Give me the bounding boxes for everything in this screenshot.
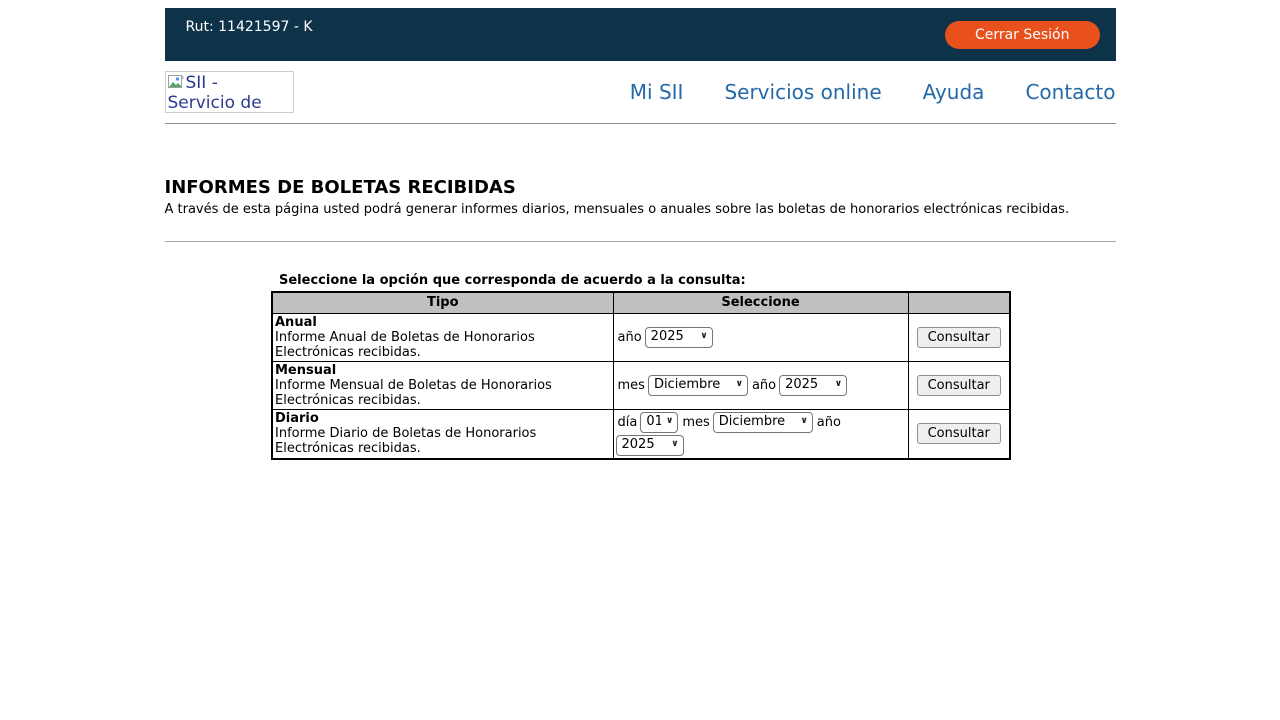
column-header-seleccione: Seleccione xyxy=(613,292,908,313)
page-container: Rut: 11421597 - K Cerrar Sesión SII - Se… xyxy=(165,8,1116,460)
diario-day-select[interactable]: 01 xyxy=(640,412,678,433)
topbar: Rut: 11421597 - K Cerrar Sesión xyxy=(165,8,1116,61)
diario-type-label: Diario xyxy=(275,411,611,426)
report-row-mensual: Mensual Informe Mensual de Boletas de Ho… xyxy=(272,361,1010,409)
consultar-button-diario[interactable]: Consultar xyxy=(917,423,1001,444)
logout-button[interactable]: Cerrar Sesión xyxy=(945,21,1100,49)
broken-image-icon xyxy=(168,75,184,90)
diario-type-description: Informe Diario de Boletas de Honorarios … xyxy=(275,426,611,456)
page-description: A través de esta página usted podrá gene… xyxy=(165,202,1116,217)
diario-action-cell: Consultar xyxy=(908,409,1010,459)
section-heading: Seleccione la opción que corresponda de … xyxy=(271,273,1009,288)
report-row-diario: Diario Informe Diario de Boletas de Hono… xyxy=(272,409,1010,459)
nav-servicios-online[interactable]: Servicios online xyxy=(724,80,881,104)
mensual-select-cell: mesDiciembre∨año2025∨ xyxy=(613,361,908,409)
anual-action-cell: Consultar xyxy=(908,313,1010,361)
mensual-year-label: año xyxy=(752,378,776,393)
page-title: INFORMES DE BOLETAS RECIBIDAS xyxy=(165,177,1116,198)
sii-logo-link[interactable]: SII - Servicio de xyxy=(165,71,294,113)
consult-section: Seleccione la opción que corresponda de … xyxy=(271,273,1009,460)
table-header-row: Tipo Seleccione xyxy=(272,292,1010,313)
anual-year-select[interactable]: 2025 xyxy=(645,327,713,348)
diario-type-cell: Diario Informe Diario de Boletas de Hono… xyxy=(272,409,613,459)
mensual-type-label: Mensual xyxy=(275,363,611,378)
mensual-type-cell: Mensual Informe Mensual de Boletas de Ho… xyxy=(272,361,613,409)
diario-year-select[interactable]: 2025 xyxy=(616,435,684,456)
diario-month-label: mes xyxy=(682,415,709,430)
mensual-month-label: mes xyxy=(618,378,645,393)
diario-day-label: día xyxy=(618,415,638,430)
rut-label: Rut: 11421597 - K xyxy=(186,19,313,35)
mensual-action-cell: Consultar xyxy=(908,361,1010,409)
diario-year-label: año xyxy=(817,415,841,430)
main-nav: Mi SII Servicios online Ayuda Contacto xyxy=(630,80,1116,104)
nav-contacto[interactable]: Contacto xyxy=(1025,80,1115,104)
column-header-actions xyxy=(908,292,1010,313)
anual-type-label: Anual xyxy=(275,315,611,330)
consultar-button-mensual[interactable]: Consultar xyxy=(917,375,1001,396)
header: SII - Servicio de Mi SII Servicios onlin… xyxy=(165,61,1116,123)
anual-year-label: año xyxy=(618,330,642,345)
nav-ayuda[interactable]: Ayuda xyxy=(923,80,985,104)
consultar-button-anual[interactable]: Consultar xyxy=(917,327,1001,348)
anual-select-cell: año2025∨ xyxy=(613,313,908,361)
mensual-month-select[interactable]: Diciembre xyxy=(648,375,748,396)
report-row-anual: Anual Informe Anual de Boletas de Honora… xyxy=(272,313,1010,361)
column-header-tipo: Tipo xyxy=(272,292,613,313)
diario-month-select[interactable]: Diciembre xyxy=(713,412,813,433)
nav-mi-sii[interactable]: Mi SII xyxy=(630,80,684,104)
diario-select-cell: día01∨mesDiciembre∨año2025∨ xyxy=(613,409,908,459)
mensual-type-description: Informe Mensual de Boletas de Honorarios… xyxy=(275,378,611,408)
anual-type-description: Informe Anual de Boletas de Honorarios E… xyxy=(275,330,611,360)
section-divider xyxy=(165,241,1116,242)
report-table: Tipo Seleccione Anual Informe Anual de B… xyxy=(271,291,1011,460)
anual-type-cell: Anual Informe Anual de Boletas de Honora… xyxy=(272,313,613,361)
header-divider xyxy=(165,123,1116,124)
mensual-year-select[interactable]: 2025 xyxy=(779,375,847,396)
